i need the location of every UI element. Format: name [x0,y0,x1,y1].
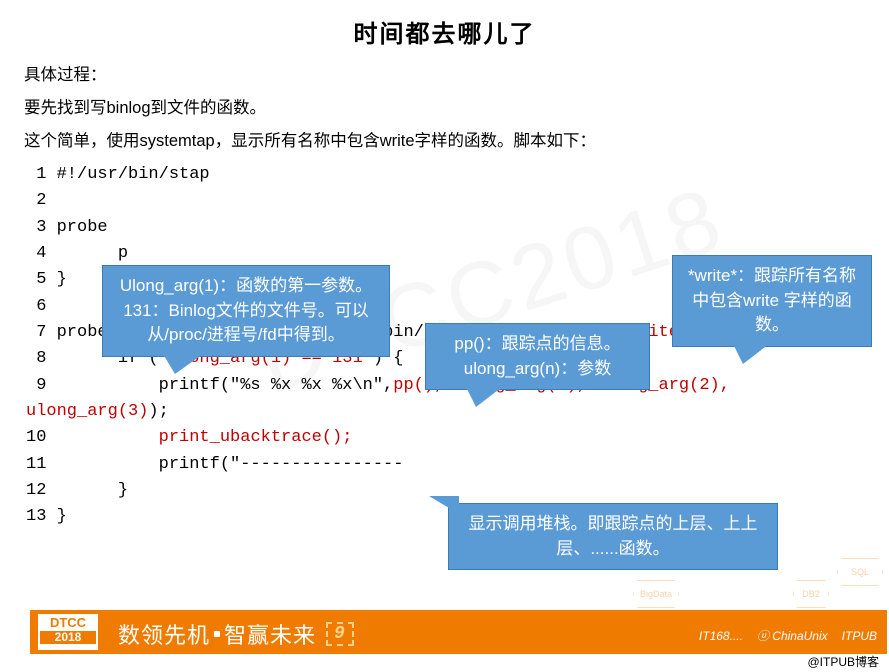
code-line: 11 printf("---------------- [26,455,403,474]
edition-number: 9 [326,622,354,646]
code-line: 1 #!/usr/bin/stap [26,165,210,184]
footer-handle: @ITPUB博客 [807,653,879,670]
paragraph: 这个简单，使用systemtap，显示所有名称中包含write字样的函数。脚本如… [24,125,865,158]
callout-write: *write*：跟踪所有名称中包含write 字样的函数。 [672,255,872,347]
sponsor-it168: IT168.... [699,629,743,643]
callout-ulong-arg: Ulong_arg(1)：函数的第一参数。131：Binlog文件的文件号。可以… [102,265,390,357]
footer-sponsors: IT168.... ⓤ ChinaUnix ITPUB [699,627,877,644]
code-line: ulong_arg(3) [26,402,148,421]
callout-backtrace: 显示调用堆栈。即跟踪点的上层、上上层、......函数。 [448,503,778,570]
badge-year: 2018 [40,631,96,644]
badge-top: DTCC [50,615,86,630]
sponsor-chinaunix: ⓤ ChinaUnix [757,627,828,644]
paragraph: 具体过程： [24,59,865,92]
footer-slogan: 数领先机 智赢未来 9 [118,618,354,650]
code-line: 3 probe [26,218,118,237]
slide-title: 时间都去哪儿了 [0,0,889,59]
code-line: print_ubacktrace(); [159,428,353,447]
dot-icon [214,631,220,637]
code-line: 12 } [26,481,128,500]
slogan-part-a: 数领先机 [118,618,210,650]
paragraph: 要先找到写binlog到文件的函数。 [24,92,865,125]
code-line: ); [148,402,168,421]
code-line: 2 [26,191,46,210]
dtcc-badge: DTCC 2018 [38,614,98,650]
callout-pp: pp()：跟踪点的信息。ulong_arg(n)：参数 [425,323,650,390]
code-line: 5 } [26,270,67,289]
code-line: 4 p [26,244,128,263]
slogan-part-b: 智赢未来 [224,618,316,650]
sponsor-itpub: ITPUB [842,629,877,643]
code-line: 13 } [26,507,67,526]
hex-deco: SQL [837,558,883,586]
footer-bar: DTCC 2018 数领先机 智赢未来 9 IT168.... ⓤ ChinaU… [0,598,889,672]
code-line: 10 [26,428,159,447]
code-line: 9 printf("%s %x %x %x\n", [26,376,393,395]
code-line: 6 [26,297,46,316]
slide: 时间都去哪儿了 具体过程： 要先找到写binlog到文件的函数。 这个简单，使用… [0,0,889,672]
